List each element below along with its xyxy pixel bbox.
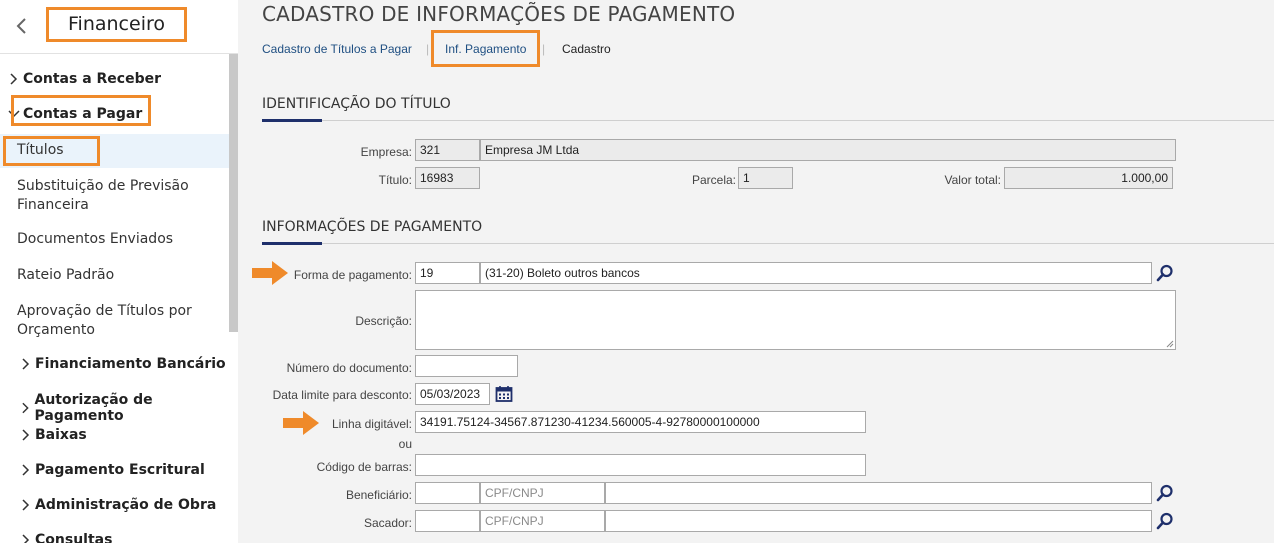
sidebar-item-label: Pagamento Escritural	[35, 462, 205, 478]
page-title: CADASTRO DE INFORMAÇÕES DE PAGAMENTO	[262, 2, 736, 26]
sacador-code-input[interactable]	[415, 510, 480, 532]
sidebar-item-autorizacao[interactable]: Autorização de Pagamento	[20, 392, 238, 424]
chevron-right-icon	[22, 429, 30, 441]
chevron-left-icon[interactable]	[12, 14, 32, 38]
section-title-identificacao: IDENTIFICAÇÃO DO TÍTULO	[262, 96, 451, 112]
codigo-barras-label: Código de barras:	[316, 460, 412, 474]
sidebar-item-label: Autorização de Pagamento	[34, 392, 153, 424]
beneficiario-label: Beneficiário:	[345, 488, 412, 502]
chevron-right-icon	[22, 534, 30, 543]
sidebar-item-label: Financiamento Bancário	[35, 356, 226, 372]
sidebar-item-label: Contas a Receber	[23, 71, 162, 87]
breadcrumb-separator: |	[542, 42, 546, 56]
section-accent	[262, 242, 322, 245]
chevron-right-icon	[22, 402, 29, 414]
calendar-icon[interactable]	[494, 384, 514, 404]
codigo-barras-input[interactable]	[415, 454, 866, 476]
chevron-right-icon	[22, 499, 30, 511]
section-divider	[262, 243, 1274, 244]
highlight-box	[431, 30, 540, 67]
beneficiario-cpf-field[interactable]: CPF/CNPJ	[480, 482, 605, 504]
data-limite-input[interactable]: 05/03/2023	[415, 383, 490, 405]
highlight-box	[3, 136, 100, 166]
sidebar-item-label: Administração de Obra	[35, 497, 217, 513]
beneficiario-name-field[interactable]	[605, 482, 1152, 504]
breadcrumb-current: Cadastro	[562, 42, 611, 56]
sacador-cpf-field[interactable]: CPF/CNPJ	[480, 510, 605, 532]
section-divider	[262, 120, 1274, 121]
sidebar-item-financiamento[interactable]: Financiamento Bancário	[20, 356, 226, 372]
sidebar-item-pagamento-escritural[interactable]: Pagamento Escritural	[20, 462, 205, 478]
breadcrumb-separator: |	[426, 42, 430, 56]
descricao-label: Descrição:	[355, 314, 412, 328]
linha-digitavel-input[interactable]: 34191.75124-34567.871230-41234.560005-4-…	[415, 411, 866, 433]
linha-digitavel-label: Linha digitável:	[331, 417, 412, 431]
empresa-label: Empresa:	[360, 145, 412, 159]
sidebar-item-documentos-enviados[interactable]: Documentos Enviados	[17, 231, 173, 247]
sidebar-item-administracao-obra[interactable]: Administração de Obra	[20, 497, 216, 513]
section-accent	[262, 119, 322, 122]
empresa-code-field: 321	[415, 139, 480, 161]
sidebar-item-label: Consultas	[35, 532, 113, 543]
sidebar-item-rateio-padrao[interactable]: Rateio Padrão	[17, 267, 114, 283]
empresa-name-field: Empresa JM Ltda	[480, 139, 1176, 161]
forma-pagamento-code-input[interactable]: 19	[415, 262, 480, 284]
parcela-label: Parcela:	[691, 173, 736, 187]
data-limite-label: Data limite para desconto:	[272, 388, 412, 402]
search-icon[interactable]	[1155, 483, 1175, 503]
sacador-label: Sacador:	[363, 516, 412, 530]
forma-pagamento-desc-field[interactable]: (31-20) Boleto outros bancos	[480, 262, 1152, 284]
sidebar-title: Financeiro	[46, 7, 187, 42]
resize-handle-icon[interactable]	[1165, 339, 1174, 348]
numero-documento-label: Número do documento:	[286, 361, 412, 375]
chevron-right-icon	[10, 73, 18, 85]
valor-total-field: 1.000,00	[1004, 167, 1173, 189]
descricao-textarea[interactable]	[415, 290, 1176, 350]
ou-label: ou	[398, 437, 412, 451]
highlight-box	[11, 95, 151, 126]
chevron-right-icon	[22, 358, 30, 370]
breadcrumb-cadastro-titulos[interactable]: Cadastro de Títulos a Pagar	[262, 42, 412, 56]
titulo-field: 16983	[415, 167, 480, 189]
sidebar-item-label: Baixas	[35, 427, 87, 443]
chevron-right-icon	[22, 464, 30, 476]
parcela-field: 1	[738, 167, 793, 189]
sidebar-scrollbar[interactable]	[229, 54, 238, 332]
sidebar-header: Financeiro	[0, 0, 238, 54]
search-icon[interactable]	[1155, 511, 1175, 531]
sacador-name-field[interactable]	[605, 510, 1152, 532]
sidebar: Financeiro Contas a Receber Contas a Pag…	[0, 0, 238, 543]
valor-total-label: Valor total:	[944, 173, 1001, 187]
sidebar-item-substituicao[interactable]: Substituição de Previsão Financeira	[17, 177, 217, 215]
sidebar-item-consultas[interactable]: Consultas	[20, 532, 112, 543]
numero-documento-input[interactable]	[415, 355, 518, 377]
beneficiario-code-input[interactable]	[415, 482, 480, 504]
search-icon[interactable]	[1155, 263, 1175, 283]
forma-pagamento-label: Forma de pagamento:	[293, 268, 412, 282]
sidebar-item-baixas[interactable]: Baixas	[20, 427, 87, 443]
sidebar-item-aprovacao[interactable]: Aprovação de Títulos por Orçamento	[17, 302, 217, 340]
titulo-label: Título:	[378, 173, 412, 187]
sidebar-item-contas-a-receber[interactable]: Contas a Receber	[8, 71, 161, 87]
section-title-pagamento: INFORMAÇÕES DE PAGAMENTO	[262, 219, 483, 235]
